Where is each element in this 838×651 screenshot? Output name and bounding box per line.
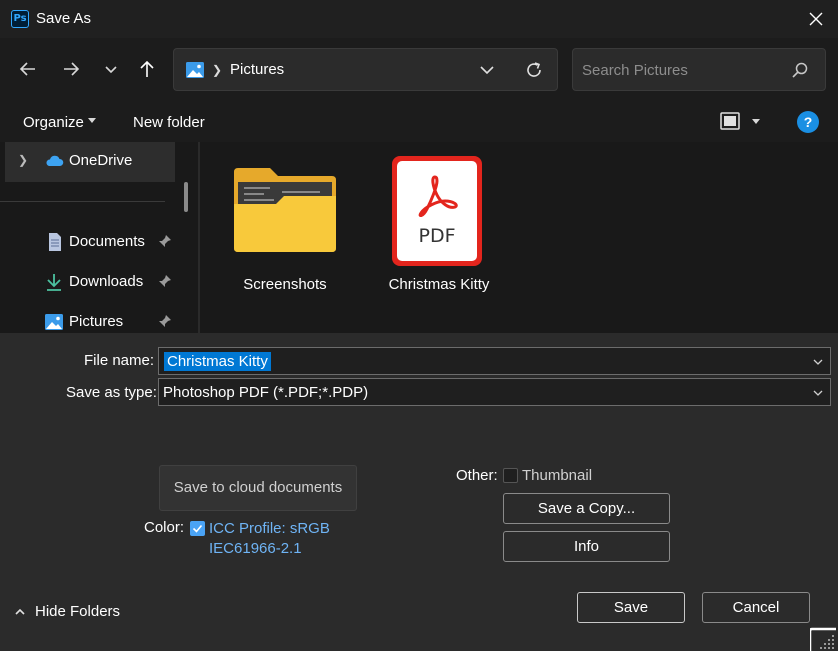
icc-profile-text[interactable]: ICC Profile: sRGB IEC61966-2.1 (209, 519, 330, 559)
file-name-value[interactable]: Christmas Kitty (164, 352, 271, 371)
info-button[interactable]: Info (503, 531, 670, 562)
navigation-pane: ❯ OneDrive Documents Downloads Pictures (0, 142, 200, 333)
file-item-pdf[interactable]: PDF Christmas Kitty (379, 142, 499, 322)
sidebar-scrollbar[interactable] (184, 182, 188, 212)
icc-profile-checkbox[interactable] (190, 521, 205, 536)
file-name-input[interactable]: Christmas Kitty (158, 347, 831, 375)
chevron-up-icon[interactable] (14, 606, 26, 618)
pin-icon[interactable] (158, 314, 172, 328)
thumbnail-label[interactable]: Thumbnail (522, 467, 592, 484)
save-button[interactable]: Save (577, 592, 685, 623)
save-type-select[interactable]: Photoshop PDF (*.PDF;*.PDP) (158, 378, 831, 406)
file-list: Screenshots PDF Christmas Kitty (200, 142, 838, 333)
save-options-panel: File name: Christmas Kitty Save as type:… (0, 333, 838, 651)
pictures-icon (186, 62, 204, 78)
view-options-icon[interactable] (720, 112, 740, 130)
pdf-icon-page: PDF (397, 161, 477, 261)
checkmark-icon (192, 524, 203, 533)
close-icon[interactable] (806, 9, 826, 29)
back-arrow-icon[interactable] (17, 58, 39, 80)
sidebar-item-documents[interactable]: Documents (0, 228, 180, 258)
search-icon[interactable] (791, 61, 809, 79)
organize-dropdown-icon[interactable] (88, 118, 96, 123)
pdf-icon-label: PDF (418, 225, 456, 247)
other-label: Other: (456, 467, 498, 484)
search-box[interactable] (572, 48, 826, 91)
color-label: Color: (144, 519, 185, 536)
picture-icon (45, 314, 63, 330)
sidebar-divider (0, 201, 165, 202)
breadcrumb-current[interactable]: Pictures (230, 61, 284, 78)
recent-locations-chevron-icon[interactable] (100, 58, 122, 80)
icc-profile-line1: ICC Profile: sRGB (209, 520, 330, 537)
acrobat-logo-icon (418, 175, 458, 217)
up-arrow-icon[interactable] (136, 58, 158, 80)
sidebar-item-label: Documents (69, 233, 145, 250)
view-dropdown-icon[interactable] (752, 119, 760, 124)
address-dropdown-chevron-icon[interactable] (478, 61, 496, 79)
sidebar-item-label: OneDrive (69, 152, 133, 169)
sidebar-item-downloads[interactable]: Downloads (0, 268, 180, 298)
download-arrow-icon (47, 274, 61, 291)
address-bar[interactable]: ❯ Pictures (173, 48, 558, 91)
pdf-icon-frame: PDF (392, 156, 482, 266)
pin-icon[interactable] (158, 274, 172, 288)
thumbnail-checkbox[interactable] (503, 468, 518, 483)
document-icon (49, 233, 61, 251)
sidebar-item-label: Downloads (69, 273, 144, 290)
sidebar-item-label: Pictures (69, 313, 124, 330)
search-input[interactable] (582, 59, 782, 81)
onedrive-cloud-icon (46, 155, 64, 166)
navigation-bar: ❯ Pictures (0, 38, 838, 102)
expand-chevron-icon[interactable]: ❯ (18, 153, 28, 167)
refresh-icon[interactable] (524, 60, 544, 80)
save-a-copy-button[interactable]: Save a Copy... (503, 493, 670, 524)
chevron-down-icon[interactable] (812, 356, 824, 368)
pin-icon[interactable] (158, 234, 172, 248)
sidebar-item-onedrive[interactable]: ❯ OneDrive (0, 147, 180, 177)
breadcrumb-separator-icon: ❯ (212, 63, 223, 77)
icc-profile-line2: IEC61966-2.1 (209, 540, 302, 557)
forward-arrow-icon[interactable] (60, 58, 82, 80)
save-type-label: Save as type: (66, 384, 157, 401)
resize-grip-icon[interactable] (810, 625, 838, 651)
file-name: Christmas Kitty (388, 276, 490, 293)
window-title: Save As (36, 10, 92, 27)
file-name-label: File name: (84, 352, 155, 369)
hide-folders-button[interactable]: Hide Folders (35, 603, 120, 620)
command-toolbar: Organize New folder ? (0, 102, 838, 142)
save-to-cloud-button[interactable]: Save to cloud documents (159, 465, 357, 511)
new-folder-button[interactable]: New folder (133, 114, 205, 131)
chevron-down-icon[interactable] (812, 387, 824, 399)
file-item-folder[interactable]: Screenshots (225, 142, 345, 322)
cancel-button[interactable]: Cancel (702, 592, 810, 623)
photoshop-app-icon: Ps (11, 10, 29, 28)
save-type-value: Photoshop PDF (*.PDF;*.PDP) (163, 384, 369, 401)
help-icon[interactable]: ? (797, 111, 819, 133)
file-name: Screenshots (243, 276, 327, 293)
organize-button[interactable]: Organize (23, 114, 84, 131)
folder-icon (234, 168, 336, 252)
title-bar: Ps Save As (0, 0, 838, 38)
